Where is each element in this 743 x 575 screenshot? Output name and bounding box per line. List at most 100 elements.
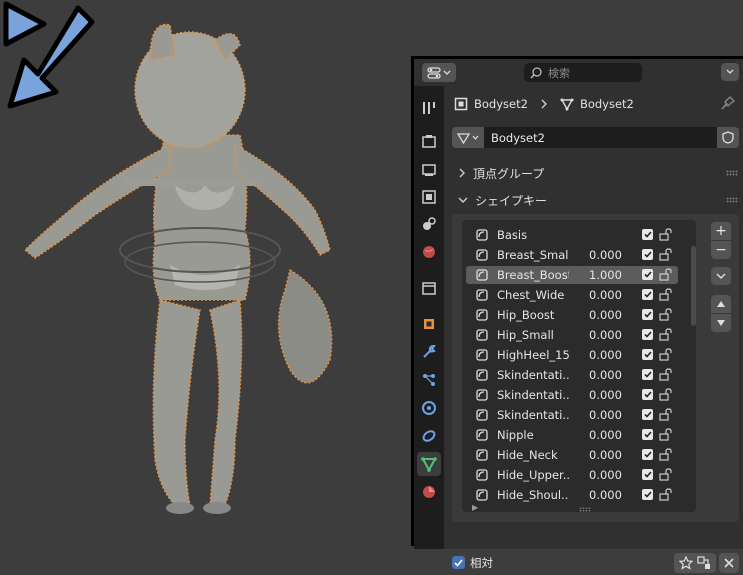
shape-key-value[interactable]: 0.000 xyxy=(589,408,622,422)
unlock-icon[interactable] xyxy=(659,348,673,361)
shape-key-mute-checkbox[interactable] xyxy=(642,369,653,380)
mesh-browse-button[interactable] xyxy=(452,127,484,148)
shape-key-name[interactable]: Hip_Boost xyxy=(497,308,569,322)
shape-key-row[interactable]: Breast_Small 0.000 xyxy=(462,245,696,265)
shape-key-mute-checkbox[interactable] xyxy=(642,349,653,360)
unlock-icon[interactable] xyxy=(659,368,673,381)
add-shape-key-button[interactable]: + xyxy=(711,222,731,240)
shape-key-row[interactable]: Basis xyxy=(462,225,696,245)
shape-key-name[interactable]: Hide_Upper... xyxy=(497,468,569,482)
tab-view-layer[interactable] xyxy=(417,185,441,209)
shape-key-name[interactable]: Basis xyxy=(497,228,569,242)
unlock-icon[interactable] xyxy=(659,408,673,421)
shape-key-name[interactable]: Skindentati... xyxy=(497,408,569,422)
shape-key-row[interactable]: Hide_Neck 0.000 xyxy=(462,445,696,465)
shape-key-mute-checkbox[interactable] xyxy=(642,309,653,320)
tab-render[interactable] xyxy=(417,129,441,153)
move-down-button[interactable] xyxy=(711,314,731,332)
shape-key-mute-checkbox[interactable] xyxy=(642,289,653,300)
pin-icon[interactable] xyxy=(721,96,735,110)
search-input[interactable]: 検索 xyxy=(524,63,642,82)
shape-key-name[interactable]: Nipple xyxy=(497,428,569,442)
unlock-icon[interactable] xyxy=(659,308,673,321)
unlock-icon[interactable] xyxy=(659,388,673,401)
drag-grip-icon[interactable] xyxy=(726,197,738,203)
shape-key-row[interactable]: Skindentati... 0.000 xyxy=(462,405,696,425)
shape-key-name[interactable]: Hide_Shoul... xyxy=(497,488,569,502)
shape-key-mute-checkbox[interactable] xyxy=(642,389,653,400)
tab-modifiers[interactable] xyxy=(417,340,441,364)
shape-keys-panel-header[interactable]: シェイプキー xyxy=(458,189,738,211)
star-icon[interactable] xyxy=(679,556,693,570)
tab-scene[interactable] xyxy=(417,212,441,236)
shape-key-mute-checkbox[interactable] xyxy=(642,469,653,480)
fake-user-button[interactable] xyxy=(717,127,739,148)
shape-key-value[interactable]: 0.000 xyxy=(589,428,622,442)
shape-key-value[interactable]: 0.000 xyxy=(589,468,622,482)
list-resize-handle[interactable] xyxy=(579,507,591,512)
shape-key-mute-checkbox[interactable] xyxy=(642,489,653,500)
shape-key-row[interactable]: Hip_Small 0.000 xyxy=(462,325,696,345)
shape-key-name[interactable]: Hide_Neck xyxy=(497,448,569,462)
shape-key-mute-checkbox[interactable] xyxy=(642,429,653,440)
shape-key-row[interactable]: Chest_Wide 0.000 xyxy=(462,285,696,305)
shape-key-value[interactable]: 0.000 xyxy=(589,488,622,502)
shape-key-name[interactable]: Breast_Small xyxy=(497,248,569,262)
tab-world[interactable] xyxy=(417,240,441,264)
shape-key-specials-button[interactable] xyxy=(711,267,731,285)
tab-object-data[interactable] xyxy=(417,452,441,476)
shape-key-value[interactable]: 0.000 xyxy=(589,328,622,342)
shape-key-value[interactable]: 0.000 xyxy=(589,288,622,302)
shape-key-list[interactable]: Basis Breast_Small 0.000 Breast_Boost 1.000 C… xyxy=(462,220,696,512)
shape-key-value[interactable]: 0.000 xyxy=(589,368,622,382)
shape-key-name[interactable]: Skindentati... xyxy=(497,388,569,402)
unlock-icon[interactable] xyxy=(659,488,673,501)
shape-key-row[interactable]: Hide_Upper... 0.000 xyxy=(462,465,696,485)
shape-key-mute-checkbox[interactable] xyxy=(642,449,653,460)
shape-key-value[interactable]: 1.000 xyxy=(589,268,622,282)
shape-key-mute-checkbox[interactable] xyxy=(642,249,653,260)
shape-key-row[interactable]: Breast_Boost 1.000 xyxy=(462,265,696,285)
shape-key-value[interactable]: 0.000 xyxy=(589,348,622,362)
shape-key-name[interactable]: Breast_Boost xyxy=(497,268,569,282)
editor-type-button[interactable] xyxy=(422,63,456,82)
shape-key-name[interactable]: Chest_Wide xyxy=(497,288,569,302)
tab-collection[interactable] xyxy=(417,276,441,300)
unlock-icon[interactable] xyxy=(659,328,673,341)
unlock-icon[interactable] xyxy=(659,228,673,241)
move-up-button[interactable] xyxy=(711,295,731,313)
tab-output[interactable] xyxy=(417,158,441,182)
shape-key-row[interactable]: Hip_Boost 0.000 xyxy=(462,305,696,325)
tab-material[interactable] xyxy=(417,480,441,504)
shape-key-value[interactable]: 0.000 xyxy=(589,308,622,322)
shape-key-name[interactable]: Hip_Small xyxy=(497,328,569,342)
shape-key-name[interactable]: Skindentati... xyxy=(497,368,569,382)
tab-particles[interactable] xyxy=(417,368,441,392)
vertex-groups-panel-header[interactable]: 頂点グループ xyxy=(458,162,738,184)
tab-object[interactable] xyxy=(417,312,441,336)
unlock-icon[interactable] xyxy=(659,248,673,261)
tab-physics[interactable] xyxy=(417,396,441,420)
relative-checkbox[interactable] xyxy=(452,556,465,569)
header-options-dropdown[interactable] xyxy=(721,63,739,81)
shape-key-value[interactable]: 0.000 xyxy=(589,388,622,402)
remove-shape-key-button[interactable]: − xyxy=(711,241,731,259)
shape-key-mute-checkbox[interactable] xyxy=(642,269,653,280)
mesh-name-field[interactable]: Bodyset2 xyxy=(484,127,717,148)
shape-key-name[interactable]: HighHeel_15 xyxy=(497,348,569,362)
unlock-icon[interactable] xyxy=(659,288,673,301)
shape-key-value[interactable]: 0.000 xyxy=(589,448,622,462)
node-icon[interactable] xyxy=(697,556,711,570)
shape-key-row[interactable]: Skindentati... 0.000 xyxy=(462,385,696,405)
shape-key-mute-checkbox[interactable] xyxy=(642,229,653,240)
unlock-icon[interactable] xyxy=(659,468,673,481)
tab-tool[interactable] xyxy=(417,96,441,120)
list-filter-toggle[interactable]: ▶ xyxy=(472,503,478,512)
tab-constraints[interactable] xyxy=(417,424,441,448)
list-scrollbar[interactable] xyxy=(691,246,696,326)
unlock-icon[interactable] xyxy=(659,448,673,461)
clear-shape-keys-button[interactable] xyxy=(719,553,739,573)
drag-grip-icon[interactable] xyxy=(726,170,738,176)
shape-key-value[interactable]: 0.000 xyxy=(589,248,622,262)
shape-key-row[interactable]: Skindentati... 0.000 xyxy=(462,365,696,385)
